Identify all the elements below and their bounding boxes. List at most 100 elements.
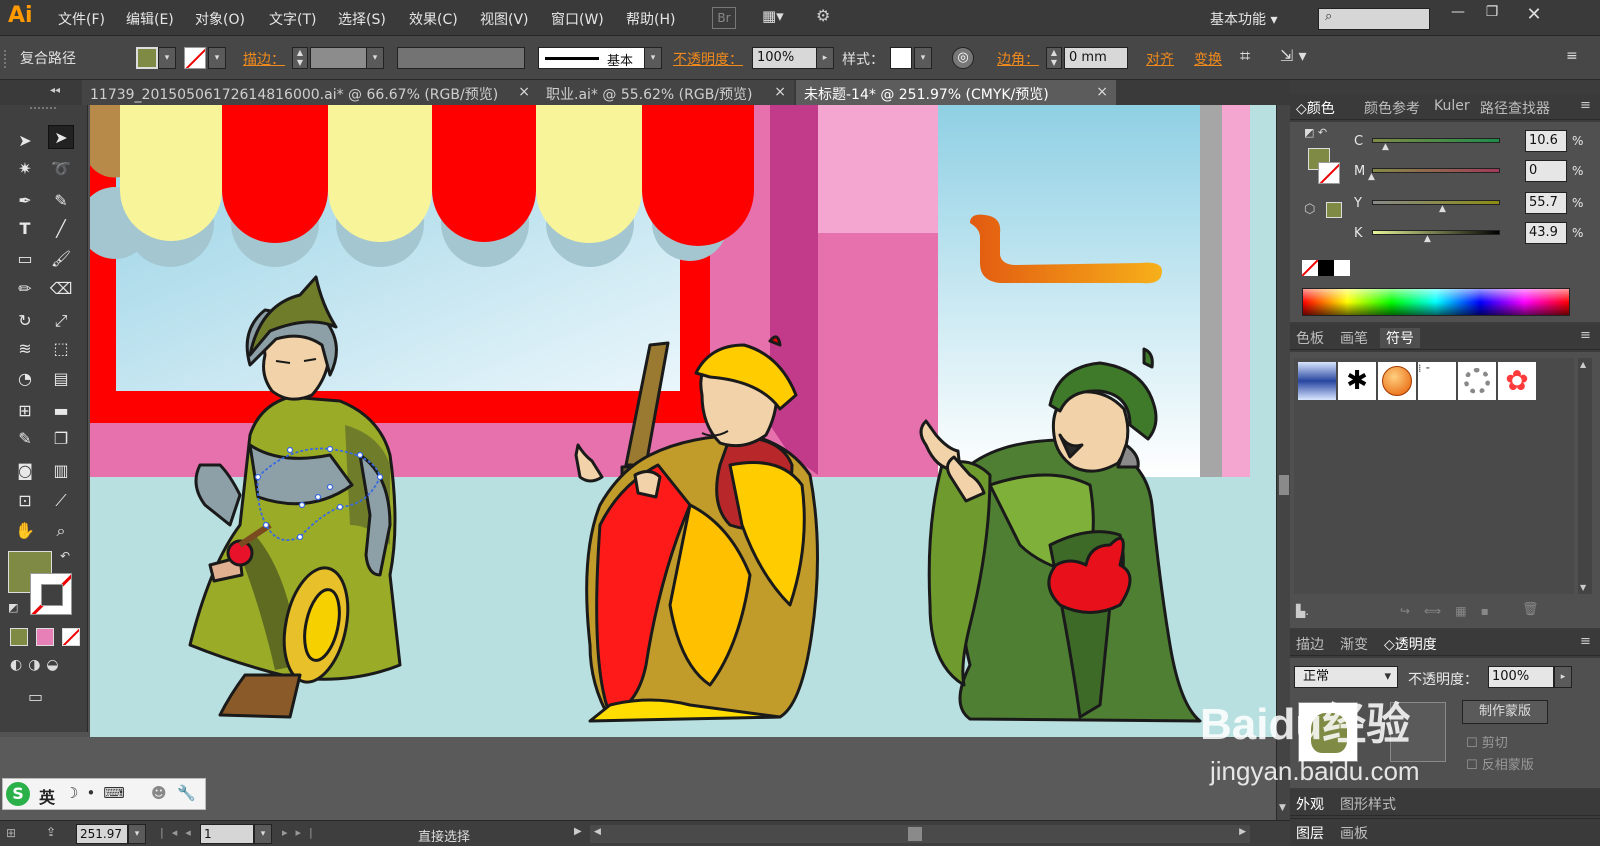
minimize-icon[interactable]: —: [1444, 4, 1472, 26]
eyedropper-tool-icon[interactable]: ✎: [12, 427, 38, 451]
artboard-nav-next[interactable]: ▸▸|: [282, 826, 321, 839]
make-mask-button[interactable]: 制作蒙版: [1462, 700, 1548, 724]
isolate-icon[interactable]: ⌗: [1240, 46, 1250, 67]
magenta-slider-thumb[interactable]: ▲: [1368, 172, 1375, 182]
gradient-mode-icon[interactable]: [36, 628, 54, 646]
ime-user-icon[interactable]: ☻: [151, 784, 167, 802]
fill-swatch[interactable]: [136, 47, 158, 69]
close-tab-icon[interactable]: ×: [518, 84, 530, 100]
magenta-slider[interactable]: [1372, 168, 1500, 173]
ime-settings-icon[interactable]: 🔧: [177, 784, 196, 802]
perspective-grid-tool-icon[interactable]: ▤: [48, 367, 74, 391]
black-swatch[interactable]: [1318, 260, 1334, 276]
none-mode-icon[interactable]: [62, 628, 80, 646]
graphic-style-dropdown[interactable]: ▾: [914, 47, 932, 69]
default-colors-small-icon[interactable]: ◩ ↶: [1304, 126, 1327, 139]
type-tool-icon[interactable]: T: [12, 217, 38, 241]
mask-thumbnail[interactable]: [1390, 702, 1446, 762]
color-mode-icon[interactable]: [10, 628, 28, 646]
white-swatch[interactable]: [1334, 260, 1350, 276]
rectangle-tool-icon[interactable]: ▭: [12, 247, 38, 271]
symbol-actions-icons[interactable]: ↪⟺▦▪: [1400, 604, 1503, 618]
close-tab-icon[interactable]: ×: [1096, 84, 1108, 100]
out-of-gamut-icon[interactable]: ⬡: [1304, 202, 1315, 217]
bridge-button[interactable]: Br: [712, 7, 736, 29]
swap-colors-icon[interactable]: ↶: [60, 549, 70, 563]
control-menu-icon[interactable]: ≡: [1566, 48, 1578, 64]
curvature-tool-icon[interactable]: ✎: [48, 189, 74, 213]
symbol-blue-bar[interactable]: [1298, 362, 1336, 400]
column-graph-tool-icon[interactable]: ▥: [48, 459, 74, 483]
gpu-performance-icon[interactable]: ⚙: [816, 6, 844, 28]
arrange-documents-icon[interactable]: ▦▾: [762, 7, 796, 27]
gradient-tool-icon[interactable]: ▬: [48, 399, 74, 423]
variable-width-profile[interactable]: [397, 47, 525, 69]
horizontal-scroll-thumb[interactable]: [908, 827, 922, 841]
black-slider[interactable]: [1372, 230, 1500, 235]
symbol-sprayer-tool-icon[interactable]: ◙: [12, 459, 38, 483]
corner-stepper[interactable]: ▲ ▼: [1046, 47, 1062, 69]
scroll-down-icon[interactable]: ▼: [1279, 803, 1286, 813]
selection-options-icon[interactable]: ⇲ ▾: [1280, 46, 1307, 65]
symbol-chain[interactable]: [1458, 362, 1496, 400]
close-tab-icon[interactable]: ×: [774, 84, 786, 100]
stroke-weight-stepper[interactable]: ▲ ▼: [292, 47, 308, 69]
tab-appearance[interactable]: 外观: [1296, 794, 1324, 814]
tab-document-3[interactable]: 未标题-14* @ 251.97% (CMYK/预览) ×: [796, 80, 1116, 105]
pen-tool-icon[interactable]: ✒: [12, 189, 38, 213]
yellow-slider[interactable]: [1372, 200, 1500, 205]
stroke-weight-dropdown[interactable]: ▾: [366, 47, 384, 69]
tab-brushes[interactable]: 画笔: [1340, 328, 1368, 348]
horizontal-scrollbar[interactable]: ◀ ▶: [590, 825, 1250, 843]
color-spectrum[interactable]: [1302, 288, 1570, 316]
selection-tool-icon[interactable]: ➤: [12, 129, 38, 153]
slice-tool-icon[interactable]: ⟋: [48, 489, 74, 513]
tab-pathfinder[interactable]: 路径查找器: [1480, 98, 1550, 118]
opacity-slider-button[interactable]: ▸: [816, 47, 834, 69]
status-menu-arrow[interactable]: ▶: [574, 826, 582, 837]
graphic-style-swatch[interactable]: [890, 47, 912, 69]
blend-mode-select[interactable]: 正常 ▾: [1294, 666, 1398, 688]
menu-window[interactable]: 窗口(W): [551, 9, 604, 29]
artboard-tool-icon[interactable]: ⊡: [12, 489, 38, 513]
tab-transparency[interactable]: ◇透明度: [1384, 634, 1437, 654]
restore-icon[interactable]: ❐: [1478, 4, 1506, 26]
direct-selection-tool-icon[interactable]: ➤: [48, 125, 74, 149]
brush-dropdown[interactable]: ▾: [644, 47, 662, 69]
menu-type[interactable]: 文字(T): [269, 9, 316, 29]
sogou-logo-icon[interactable]: S: [6, 782, 30, 806]
stroke-dropdown[interactable]: ▾: [208, 47, 226, 69]
fill-dropdown[interactable]: ▾: [158, 47, 176, 69]
symbol-libraries-icon[interactable]: ▙.: [1296, 604, 1309, 618]
symbol-flower[interactable]: ✿: [1498, 362, 1536, 400]
transparency-opacity-slider[interactable]: ▸: [1554, 666, 1572, 688]
menu-view[interactable]: 视图(V): [480, 9, 529, 29]
panel-menu-icon[interactable]: ≡: [1580, 328, 1591, 343]
mesh-tool-icon[interactable]: ⊞: [12, 399, 38, 423]
symbol-dashes[interactable]: ⁞ ⁃: [1418, 362, 1456, 400]
tab-layers[interactable]: 图层: [1296, 823, 1324, 843]
object-thumbnail[interactable]: [1298, 702, 1358, 762]
paintbrush-tool-icon[interactable]: 🖌: [48, 247, 74, 271]
opacity-label[interactable]: 不透明度：: [673, 49, 743, 69]
tab-color-guide[interactable]: 颜色参考: [1364, 98, 1420, 118]
pencil-tool-icon[interactable]: ✏: [12, 277, 38, 301]
warp-tool-icon[interactable]: ≋: [12, 337, 38, 361]
scale-tool-icon[interactable]: ⤢: [48, 309, 74, 333]
stroke-none-swatch[interactable]: [184, 47, 206, 69]
magenta-value-field[interactable]: 0: [1525, 160, 1567, 182]
ime-mode[interactable]: 英: [39, 784, 55, 808]
cyan-slider[interactable]: [1372, 138, 1500, 143]
tab-document-1[interactable]: 11739_20150506172614816000.ai* @ 66.67% …: [82, 80, 538, 105]
tab-stroke[interactable]: 描边: [1296, 634, 1324, 654]
lasso-tool-icon[interactable]: ➰: [48, 157, 74, 181]
menu-help[interactable]: 帮助(H): [626, 9, 675, 29]
menu-file[interactable]: 文件(F): [58, 9, 105, 29]
vertical-scrollbar[interactable]: ▼: [1276, 105, 1290, 820]
panel-menu-icon[interactable]: ≡: [1580, 98, 1591, 113]
cyan-slider-thumb[interactable]: ▲: [1382, 142, 1389, 152]
stroke-color-box[interactable]: [30, 573, 72, 615]
yellow-value-field[interactable]: 55.7: [1525, 192, 1567, 214]
artboard-nav-prev[interactable]: |◂◂: [160, 826, 199, 839]
close-icon[interactable]: ✕: [1520, 4, 1548, 26]
